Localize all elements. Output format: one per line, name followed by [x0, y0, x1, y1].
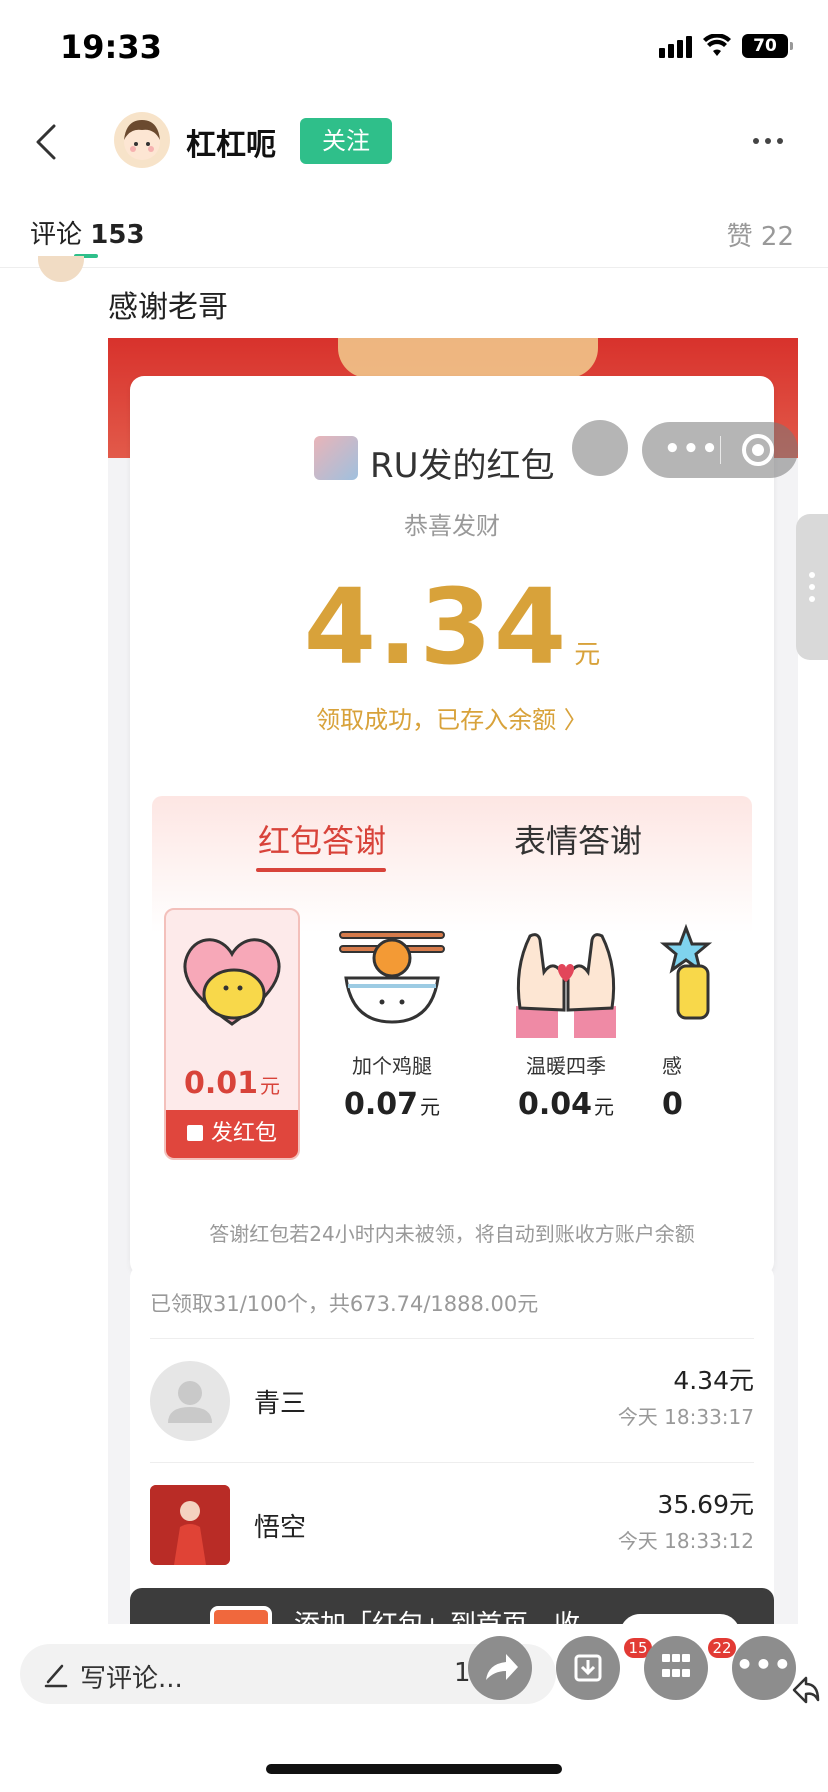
red-packet-icon [186, 1125, 203, 1141]
sender-avatar [314, 436, 358, 480]
qr-scan-icon [572, 420, 628, 476]
thanks-panel: 红包答谢 表情答谢 0.01 元 发红包 加个鸡腿 0.07 元 温暖四季 0.… [152, 796, 752, 1252]
record-time: 今天 18:33:12 [617, 1529, 754, 1553]
red-packet-subtitle: 恭喜发财 [404, 512, 500, 540]
record-avatar [150, 1485, 230, 1565]
gift-price: 0 [662, 1087, 683, 1122]
more-options-icon[interactable] [748, 126, 788, 156]
miniapp-capsule: ••• [642, 422, 798, 478]
heart-hug-icon [172, 920, 292, 1040]
more-dots-icon: ••• [735, 1648, 793, 1681]
thanks-note: 答谢红包若24小时内未被领，将自动到账收方账户余额 [209, 1222, 695, 1246]
forward-icon[interactable] [790, 1672, 822, 1708]
gift-warm-seasons: 温暖四季 0.04 元 [498, 908, 634, 1160]
gift-name: 温暖四季 [526, 1054, 606, 1078]
apps-button[interactable] [644, 1636, 708, 1700]
pen-icon [44, 1664, 68, 1688]
save-button[interactable] [556, 1636, 620, 1700]
record-name: 青三 [254, 1389, 307, 1419]
red-packet-amount: 4.34 元 [130, 566, 774, 688]
tab-red-packet-thanks: 红包答谢 [258, 822, 387, 860]
capsule-more-icon: ••• [664, 434, 720, 464]
bottom-action-bar: 写评论... 16 15 22 ••• [0, 1624, 828, 1792]
record-time: 今天 18:33:17 [617, 1405, 754, 1429]
share-button[interactable] [468, 1636, 532, 1700]
follow-button[interactable]: 关注 [300, 118, 392, 164]
comment-placeholder: 写评论... [80, 1664, 183, 1694]
gift-partial: 感 0 [656, 908, 752, 1160]
grid-icon [662, 1654, 690, 1682]
likes-label: 赞 [726, 222, 753, 252]
comments-label: 评论 [30, 220, 83, 250]
battery-icon: 70 [742, 34, 793, 58]
record-name: 悟空 [254, 1513, 307, 1543]
capsule-close-icon [742, 434, 774, 466]
username[interactable]: 杠杠呃 [186, 120, 276, 164]
record-amount: 4.34元 [673, 1366, 754, 1395]
heart-hands-icon [506, 918, 626, 1038]
commenter-avatar[interactable] [38, 256, 84, 282]
back-arrow-icon[interactable] [28, 122, 68, 162]
capsule-divider [720, 436, 721, 464]
avatar-illustration [124, 120, 160, 160]
tab-comments[interactable]: 评论 153 [30, 214, 145, 251]
likes-count: 22 [760, 222, 794, 252]
claim-records-card: 已领取31/100个，共673.74/1888.00元 青三 4.34元 今天 … [130, 1264, 774, 1624]
record-amount: 35.69元 [657, 1490, 754, 1519]
comment-image[interactable]: RU发的红包 ••• 恭喜发财 4.34 元 领取成功，已存入余额 〉 红包答谢 … [108, 338, 798, 1624]
claim-record-row: 悟空 35.69元 今天 18:33:12 [150, 1462, 754, 1586]
status-time: 19:33 [60, 28, 162, 66]
toast-text: 添加「红包」到首页，收 [294, 1604, 580, 1624]
comments-count: 153 [90, 220, 145, 250]
rice-bowl-icon [332, 918, 452, 1038]
star-icon [656, 918, 752, 1038]
gift-price: 0.01 元 [183, 1066, 281, 1101]
thanks-tab-indicator [256, 868, 386, 872]
claim-stats: 已领取31/100个，共673.74/1888.00元 [150, 1292, 539, 1316]
comment-text: 感谢老哥 [108, 290, 228, 325]
status-indicators: 70 [659, 34, 793, 58]
red-packet-title: RU发的红包 [370, 446, 555, 486]
received-status: 领取成功，已存入余额 〉 [316, 706, 588, 734]
red-packet-card: RU发的红包 ••• 恭喜发财 4.34 元 领取成功，已存入余额 〉 红包答谢 … [130, 376, 798, 1276]
banner-decoration [338, 338, 598, 378]
amount-value: 4.34 [303, 566, 569, 688]
more-button[interactable]: ••• [732, 1636, 796, 1700]
share-arrow-icon [486, 1654, 518, 1680]
gift-price: 0.07 元 [343, 1087, 441, 1122]
default-avatar-icon [150, 1361, 230, 1441]
comment-tabs: 评论 153 赞 22 [0, 200, 828, 268]
add-to-home-toast: 添加「红包」到首页，收 [130, 1588, 774, 1624]
signal-icon [659, 34, 692, 58]
home-indicator [266, 1764, 562, 1774]
download-icon [574, 1654, 602, 1682]
tab-likes[interactable]: 赞 22 [727, 216, 794, 253]
status-bar: 19:33 70 [0, 0, 828, 100]
side-drawer-handle[interactable] [796, 514, 828, 660]
user-avatar[interactable] [114, 112, 170, 168]
gift-heart-hug: 0.01 元 发红包 [164, 908, 300, 1160]
amount-unit: 元 [574, 640, 601, 670]
gift-name: 加个鸡腿 [352, 1054, 432, 1078]
claim-record-row: 青三 4.34元 今天 18:33:17 [150, 1338, 754, 1462]
miniapp-icon [210, 1606, 272, 1624]
gift-name: 感 [662, 1054, 682, 1078]
wifi-icon [703, 34, 731, 56]
gift-price: 0.04 元 [517, 1087, 615, 1122]
toast-action-pill [620, 1614, 740, 1624]
post-header: 杠杠呃 关注 [0, 100, 828, 184]
gift-chicken-leg: 加个鸡腿 0.07 元 [324, 908, 460, 1160]
tab-sticker-thanks: 表情答谢 [514, 822, 643, 860]
send-red-packet-button: 发红包 [166, 1110, 298, 1158]
